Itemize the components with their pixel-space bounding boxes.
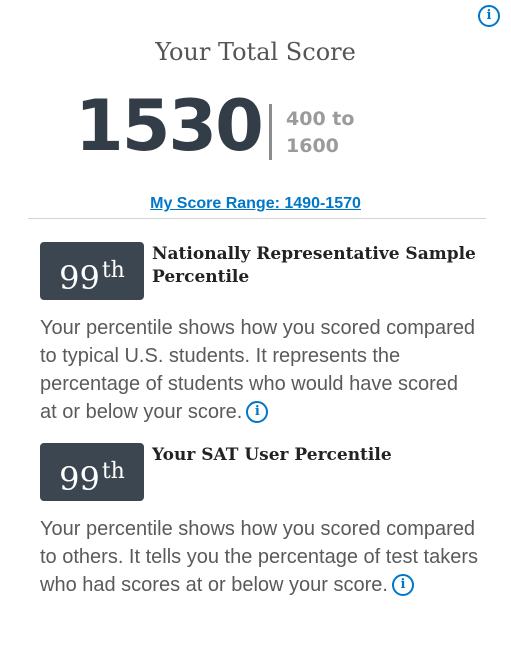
score-scale: 400 to 1600 xyxy=(286,106,386,160)
info-icon[interactable]: i xyxy=(246,401,269,423)
page-title: Your Total Score xyxy=(155,38,356,66)
section-divider xyxy=(28,218,486,219)
total-score-value: 1530 xyxy=(75,85,264,167)
sat-user-percentile-badge: 99th xyxy=(40,443,144,501)
percentile-number: 99 xyxy=(59,460,100,498)
nationally-representative-percentile-title: Nationally Representative Sample Percent… xyxy=(152,244,476,287)
score-range-link[interactable]: My Score Range: 1490-1570 xyxy=(0,195,511,213)
info-icon[interactable]: i xyxy=(391,574,414,596)
percentile-number: 99 xyxy=(59,259,100,297)
nationally-representative-percentile-description: Your percentile shows how you scored com… xyxy=(40,314,480,426)
sat-user-percentile-description: Your percentile shows how you scored com… xyxy=(40,515,480,599)
sat-user-percentile-title: Your SAT User Percentile xyxy=(152,445,392,465)
nationally-representative-percentile-badge: 99th xyxy=(40,242,144,300)
score-scale-max: 1600 xyxy=(286,135,339,157)
percentile-suffix: th xyxy=(101,459,125,484)
info-icon[interactable]: i xyxy=(478,5,500,27)
percentile-suffix: th xyxy=(101,258,125,283)
score-scale-min: 400 to xyxy=(286,108,355,130)
score-divider xyxy=(269,104,272,160)
